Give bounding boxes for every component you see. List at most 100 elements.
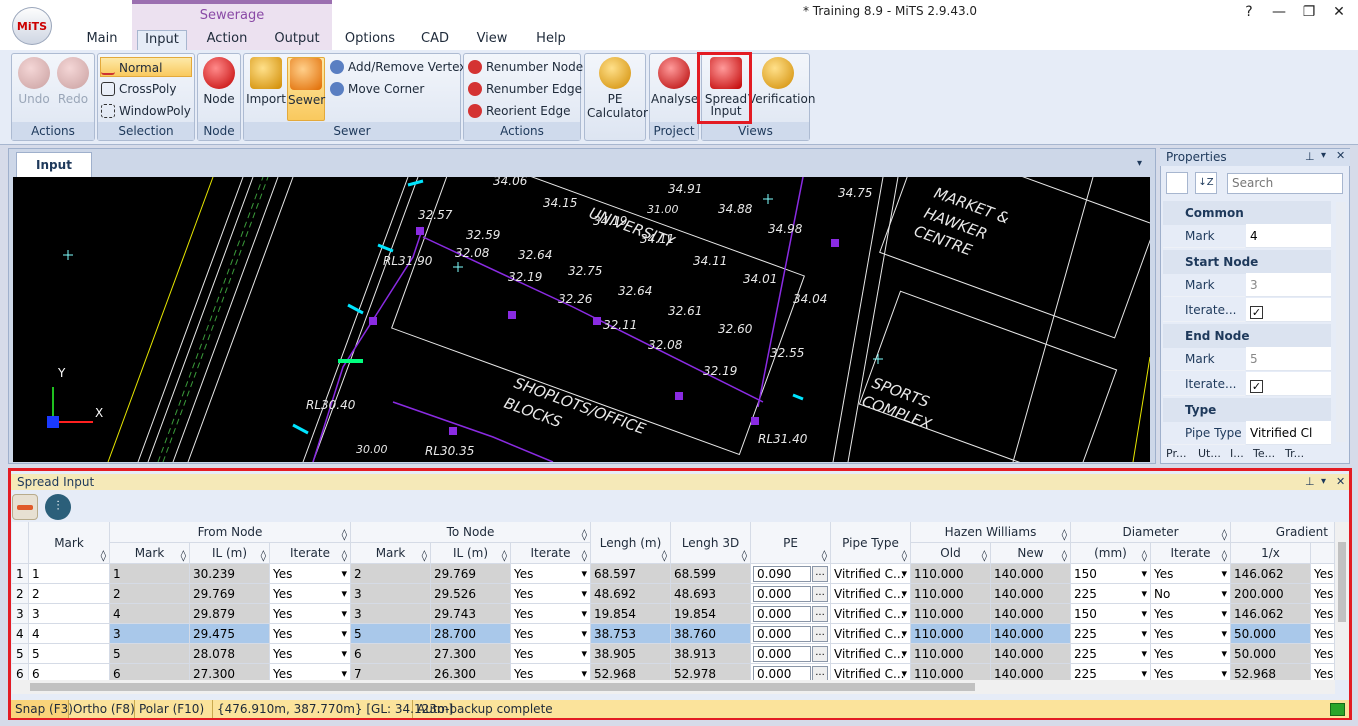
cell-gi[interactable]: Yes — [1311, 584, 1335, 604]
cell-dit[interactable]: Yes — [1151, 604, 1231, 624]
renumber-edge-button[interactable]: Renumber Edge — [468, 79, 582, 99]
pe-input[interactable]: 0.000 — [753, 626, 811, 642]
normal-selection-button[interactable]: Normal — [100, 57, 192, 77]
pe-input[interactable]: 0.000 — [753, 646, 811, 662]
cell-mark[interactable]: 4 — [29, 624, 110, 644]
cell-pt[interactable]: Vitrified C... — [831, 604, 911, 624]
cell-dia[interactable]: 225 — [1071, 584, 1151, 604]
cell-pt[interactable]: Vitrified C... — [831, 664, 911, 680]
remove-row-button[interactable] — [12, 494, 38, 520]
grid-horizontal-scrollbar[interactable] — [12, 680, 1335, 694]
col-header-new[interactable]: New ◊ — [991, 543, 1071, 564]
minimize-button[interactable]: — — [1264, 2, 1294, 22]
redo-button[interactable]: Redo — [54, 57, 92, 121]
table-row[interactable]: 33429.879Yes329.743Yes19.85419.8540.000.… — [12, 604, 1335, 624]
col-header-gradient-1x[interactable]: 1/x — [1231, 543, 1311, 564]
col-header-old[interactable]: Old ◊ — [911, 543, 991, 564]
panel-menu-icon[interactable]: ▾ — [1321, 150, 1326, 161]
doc-tab-input[interactable]: Input — [16, 152, 92, 177]
prop-tab-te[interactable]: Te... — [1253, 446, 1275, 462]
pe-browse-button[interactable]: ... — [812, 586, 828, 602]
cell-tit[interactable]: Yes — [511, 624, 591, 644]
panel-menu-icon[interactable]: ▾ — [1321, 476, 1326, 487]
cell-pe[interactable]: 0.000... — [751, 584, 831, 604]
reorient-edge-button[interactable]: Reorient Edge — [468, 101, 571, 121]
cell-fit[interactable]: Yes — [270, 644, 351, 664]
col-header-gradient-iterate[interactable] — [1311, 543, 1335, 564]
cell-gi[interactable]: Yes — [1311, 644, 1335, 664]
prop-row-start-iterate[interactable]: Iterate... ✓ — [1163, 298, 1331, 322]
polar-toggle[interactable]: Polar (F10) — [135, 700, 213, 718]
prop-row-end-mark[interactable]: Mark 5 — [1163, 347, 1331, 371]
prop-tab-tr[interactable]: Tr... — [1285, 446, 1304, 462]
pin-icon[interactable]: ⊥ — [1305, 475, 1315, 488]
cell-mark[interactable]: 1 — [29, 564, 110, 584]
cell-gi[interactable]: Yes — [1311, 604, 1335, 624]
cell-pe[interactable]: 0.000... — [751, 644, 831, 664]
cell-gi[interactable]: Yes — [1311, 664, 1335, 680]
pe-browse-button[interactable]: ... — [812, 646, 828, 662]
col-header-from-iterate[interactable]: Iterate ◊ — [270, 543, 351, 564]
properties-search-input[interactable]: Search — [1227, 173, 1343, 194]
cell-pt[interactable]: Vitrified C... — [831, 624, 911, 644]
cell-mark[interactable]: 6 — [29, 664, 110, 680]
prop-tab-pr[interactable]: Pr... — [1166, 446, 1186, 462]
pe-input[interactable]: 0.000 — [753, 586, 811, 602]
prop-row-pipe-type[interactable]: Pipe Type Vitrified Cl — [1163, 421, 1331, 445]
col-header-length-3d[interactable]: Lengh 3D (m)◊ — [671, 522, 751, 592]
col-header-length[interactable]: Lengh (m) ◊ — [591, 522, 671, 564]
pe-browse-button[interactable]: ... — [812, 626, 828, 642]
col-header-diameter-iterate[interactable]: Iterate ◊ — [1151, 543, 1231, 564]
table-row[interactable]: 66627.300Yes726.300Yes52.96852.9780.000.… — [12, 664, 1335, 680]
cell-pe[interactable]: 0.000... — [751, 604, 831, 624]
col-header-from-mark[interactable]: Mark ◊ — [110, 543, 190, 564]
tab-action[interactable]: Action — [200, 30, 254, 50]
prop-row-start-mark[interactable]: Mark 3 — [1163, 273, 1331, 297]
move-corner-button[interactable]: Move Corner — [330, 79, 424, 99]
col-header-mark[interactable]: Mark ◊ — [29, 522, 110, 564]
column-settings-button[interactable]: ⫶ — [45, 494, 71, 520]
cell-tit[interactable]: Yes — [511, 584, 591, 604]
checkbox-checked-icon[interactable]: ✓ — [1250, 306, 1263, 319]
cell-gi[interactable]: Yes — [1311, 564, 1335, 584]
tab-options[interactable]: Options — [340, 30, 400, 50]
pe-browse-button[interactable]: ... — [812, 566, 828, 582]
cell-fit[interactable]: Yes — [270, 664, 351, 680]
cell-dit[interactable]: Yes — [1151, 664, 1231, 680]
cell-pe[interactable]: 0.090... — [751, 564, 831, 584]
cell-dia[interactable]: 150 — [1071, 604, 1151, 624]
table-row[interactable]: 11130.239Yes229.769Yes68.59768.5990.090.… — [12, 564, 1335, 584]
cell-dit[interactable]: No — [1151, 584, 1231, 604]
table-row[interactable]: 22229.769Yes329.526Yes48.69248.6930.000.… — [12, 584, 1335, 604]
renumber-node-button[interactable]: Renumber Node — [468, 57, 583, 77]
col-header-to-mark[interactable]: Mark ◊ — [351, 543, 431, 564]
col-header-to-iterate[interactable]: Iterate ◊ — [511, 543, 591, 564]
cell-tit[interactable]: Yes — [511, 604, 591, 624]
grid-vertical-scrollbar[interactable] — [1335, 522, 1349, 680]
prop-row-end-iterate[interactable]: Iterate... ✓ — [1163, 372, 1331, 396]
cell-dit[interactable]: Yes — [1151, 624, 1231, 644]
pe-browse-button[interactable]: ... — [812, 606, 828, 622]
tab-view[interactable]: View — [470, 30, 514, 50]
cell-pe[interactable]: 0.000... — [751, 624, 831, 644]
windowpoly-button[interactable]: WindowPoly — [101, 101, 191, 121]
panel-close-icon[interactable]: ✕ — [1336, 149, 1345, 162]
cell-fit[interactable]: Yes — [270, 584, 351, 604]
cell-pt[interactable]: Vitrified C... — [831, 564, 911, 584]
table-row[interactable]: 44 3 29.475 Yes 5 28.700 Yes 38.753 38.760 0.000.… — [12, 624, 1335, 644]
tab-main[interactable]: Main — [80, 30, 124, 50]
prop-category-common[interactable]: Common — [1163, 201, 1331, 225]
cell-dia[interactable]: 225 — [1071, 624, 1151, 644]
scroll-thumb[interactable] — [1338, 542, 1346, 622]
restore-button[interactable]: ❐ — [1294, 2, 1324, 22]
doc-tab-menu-icon[interactable]: ▾ — [1137, 158, 1142, 169]
crosspoly-button[interactable]: CrossPoly — [101, 79, 176, 99]
col-header-to-il[interactable]: IL (m) ◊ — [431, 543, 511, 564]
prop-tab-ut[interactable]: Ut... — [1198, 446, 1221, 462]
pe-input[interactable]: 0.000 — [753, 666, 811, 680]
categorized-icon[interactable] — [1166, 172, 1188, 194]
pe-input[interactable]: 0.090 — [753, 566, 811, 582]
cell-tit[interactable]: Yes — [511, 564, 591, 584]
tab-output[interactable]: Output — [268, 30, 326, 50]
prop-category-start-node[interactable]: Start Node — [1163, 250, 1331, 274]
